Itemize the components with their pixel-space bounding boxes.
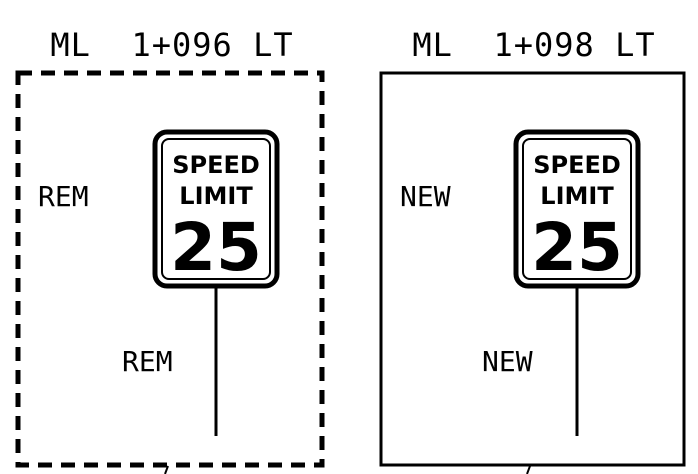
sign-text-speed: SPEED (172, 151, 260, 179)
sign-text-limit: LIMIT (540, 182, 614, 210)
panel-new: ML 1+098 LT NEW NEW SPEED LIMIT 25 (379, 26, 686, 467)
sign-text-speed-value: 25 (170, 209, 262, 286)
station-label: ML 1+098 LT (412, 26, 655, 64)
sign-text-limit: LIMIT (179, 182, 253, 210)
sign-text-speed-value: 25 (531, 209, 623, 286)
post-callout: REM (122, 345, 173, 378)
station-label: ML 1+096 LT (50, 26, 293, 64)
sign-callout: NEW (400, 180, 451, 213)
post-callout: NEW (482, 345, 533, 378)
panel-remove: ML 1+096 LT REM REM SPEED LIMIT 25 (15, 26, 325, 468)
sign-callout: REM (38, 180, 89, 213)
sign-plan-drawing: ML 1+096 LT REM REM SPEED LIMIT 25 ML 1+… (15, 26, 686, 474)
sign-text-speed: SPEED (533, 151, 621, 179)
speed-limit-sign: SPEED LIMIT 25 (513, 129, 641, 289)
cut-mark (526, 465, 531, 474)
speed-limit-sign: SPEED LIMIT 25 (152, 129, 280, 289)
